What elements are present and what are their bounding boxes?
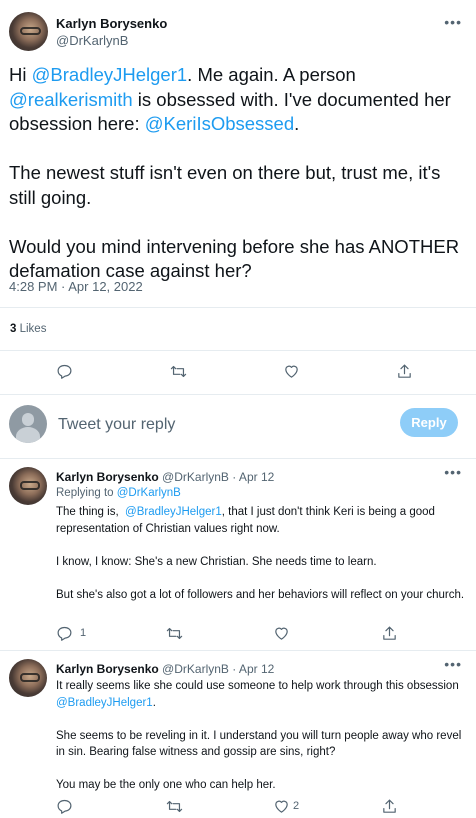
reply-text: The thing is, @BradleyJHelger1, that I j… <box>56 504 468 603</box>
tweet-text: Hi @BradleyJHelger1. Me again. A person … <box>9 63 469 284</box>
text-segment: . Me again. A person <box>187 64 361 85</box>
reply-date[interactable]: · Apr 12 <box>232 662 274 676</box>
author-name[interactable]: Karlyn Borysenko <box>56 662 159 676</box>
reply-button[interactable]: Reply <box>400 408 458 437</box>
author-avatar[interactable] <box>9 12 48 51</box>
text-segment: . She seems to be reveling in it. I unde… <box>56 696 462 792</box>
text-segment: , that I just don't think Keri is being … <box>56 506 465 601</box>
author-handle[interactable]: @DrKarlynB <box>56 33 128 48</box>
author-name[interactable]: Karlyn Borysenko <box>56 16 167 31</box>
text-segment: The thing is, <box>56 506 126 518</box>
text-segment: Hi <box>9 64 32 85</box>
reply-tweet[interactable]: Karlyn Borysenko @DrKarlynB · Apr 12 •••… <box>0 651 476 818</box>
like-icon[interactable] <box>271 623 291 643</box>
reply-text: It really seems like she could use someo… <box>56 678 468 794</box>
tweet-timestamp[interactable]: 4:28 PM · Apr 12, 2022 <box>9 279 143 294</box>
replying-to-label: Replying to <box>56 487 114 499</box>
retweet-icon[interactable] <box>164 796 184 816</box>
like-icon[interactable] <box>271 796 291 816</box>
replying-to-handle[interactable]: @DrKarlynB <box>117 487 181 499</box>
text-segment: It really seems like she could use someo… <box>56 680 462 692</box>
more-icon[interactable]: ••• <box>444 14 462 30</box>
likes-label: Likes <box>19 323 47 335</box>
share-icon[interactable] <box>379 623 399 643</box>
share-icon[interactable] <box>394 361 414 381</box>
reply-count: 1 <box>80 627 87 639</box>
divider <box>0 307 476 308</box>
author-avatar[interactable] <box>9 659 47 697</box>
main-tweet-header: Karlyn Borysenko @DrKarlynB ••• <box>0 0 476 60</box>
like-icon[interactable] <box>281 361 301 381</box>
reply-icon[interactable] <box>54 623 74 643</box>
divider <box>0 394 476 395</box>
like-count: 2 <box>293 800 300 812</box>
retweet-icon[interactable] <box>164 623 184 643</box>
mention-link[interactable]: @BradleyJHelger1 <box>125 506 222 518</box>
reply-input[interactable]: Tweet your reply <box>58 416 175 434</box>
more-icon[interactable]: ••• <box>444 656 462 672</box>
author-handle[interactable]: @DrKarlynB <box>162 662 229 676</box>
reply-icon[interactable] <box>54 796 74 816</box>
mention-link[interactable]: @realkerismith <box>9 89 133 110</box>
share-icon[interactable] <box>379 796 399 816</box>
reply-composer: Tweet your reply Reply <box>0 398 476 454</box>
likes-number: 3 <box>10 323 17 335</box>
current-user-avatar <box>9 405 47 443</box>
author-handle[interactable]: @DrKarlynB <box>162 470 229 484</box>
author-name[interactable]: Karlyn Borysenko <box>56 470 159 484</box>
reply-meta: Karlyn Borysenko @DrKarlynB · Apr 12 <box>56 662 274 676</box>
reply-icon[interactable] <box>54 361 74 381</box>
mention-link[interactable]: @BradleyJHelger1 <box>32 64 188 85</box>
reply-meta: Karlyn Borysenko @DrKarlynB · Apr 12 <box>56 470 274 484</box>
likes-count[interactable]: 3 Likes <box>10 323 46 335</box>
mention-link[interactable]: @BradleyJHelger1 <box>56 697 153 709</box>
reply-tweet[interactable]: Karlyn Borysenko @DrKarlynB · Apr 12 •••… <box>0 459 476 649</box>
retweet-icon[interactable] <box>168 361 188 381</box>
replying-to: Replying to @DrKarlynB <box>56 487 181 499</box>
mention-link[interactable]: @KeriIsObsessed <box>145 113 294 134</box>
reply-date[interactable]: · Apr 12 <box>232 470 274 484</box>
divider <box>0 350 476 351</box>
text-segment: . The newest stuff isn't even on there b… <box>9 113 460 281</box>
more-icon[interactable]: ••• <box>444 464 462 480</box>
author-avatar[interactable] <box>9 467 47 505</box>
